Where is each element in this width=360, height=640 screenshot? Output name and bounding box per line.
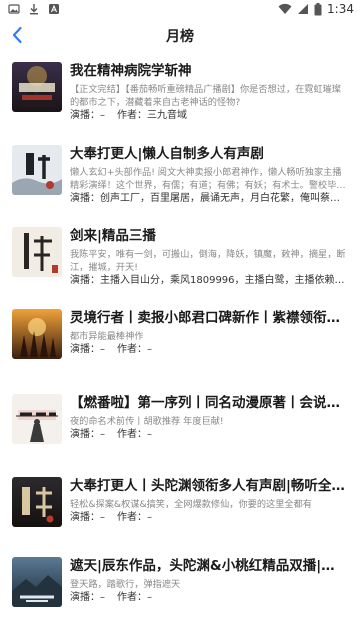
item-meta: 演播：主播入目山分，乘风1809996，主播白鹭，主播依赖… bbox=[70, 274, 348, 288]
performer-value: – bbox=[100, 592, 105, 603]
item-title: 我在精神病院学斩神 bbox=[70, 63, 192, 79]
author-label: 作者： bbox=[117, 110, 147, 121]
item-title: 大奉打更人丨头陀渊领衔多人有声剧|畅听全… bbox=[70, 478, 345, 494]
performer-label: 演播： bbox=[70, 512, 100, 523]
author-value: – bbox=[147, 592, 152, 603]
performer-label: 演播： bbox=[70, 592, 100, 603]
item-description: 懒人玄幻+头部作品! 阅文大神卖报小郎君神作，懒人畅听独家主播精彩演绎！这个世界… bbox=[70, 167, 346, 192]
author-value: – bbox=[147, 344, 152, 355]
author-value: 三九音域 bbox=[147, 110, 187, 121]
author-label: 作者： bbox=[117, 344, 147, 355]
item-meta: 演播：– 作者：– bbox=[70, 428, 348, 442]
performer-value: 主播入目山分，乘风1809996，主播白鹭，主播依赖… bbox=[100, 275, 345, 286]
performer-value: 创声工厂，百里屠居，晨诵无声，月白花繁，俺叫蔡… bbox=[100, 193, 340, 204]
status-left-icons bbox=[8, 3, 60, 15]
status-bar: 1:34 bbox=[0, 0, 360, 20]
item-description: 登天路，踏歌行，弹指遮天 bbox=[70, 579, 181, 590]
font-icon bbox=[49, 4, 59, 14]
performer-value: – bbox=[100, 512, 105, 523]
author-value: – bbox=[147, 512, 152, 523]
item-description: 我陈平安，唯有一剑，可搬山，倒海，降妖，镇魔，敕神，摘星，断江，摧城，开天! bbox=[70, 249, 346, 274]
item-info: 灵境行者丨卖报小郎君口碑新作丨紫襟领衔… 都市异能最棒神作 bbox=[70, 309, 348, 343]
list-item[interactable]: 大奉打更人|懒人自制多人有声剧 懒人玄幻+头部作品! 阅文大神卖报小郎君神作，懒… bbox=[0, 133, 360, 205]
author-label: 作者： bbox=[117, 429, 147, 440]
performer-label: 演播： bbox=[70, 275, 100, 286]
status-right-icons: 1:34 bbox=[278, 2, 354, 16]
item-info: 剑来|精品三播 我陈平安，唯有一剑，可搬山，倒海，降妖，镇魔，敕神，摘星，断江，… bbox=[70, 227, 348, 274]
list-item[interactable]: 剑来|精品三播 我陈平安，唯有一剑，可搬山，倒海，降妖，镇魔，敕神，摘星，断江，… bbox=[0, 215, 360, 287]
item-description: 轻松&探案&权谋&搞笑，全网爆款修仙，你要的这里全都有 bbox=[70, 499, 312, 510]
item-info: 大奉打更人丨头陀渊领衔多人有声剧|畅听全… 轻松&探案&权谋&搞笑，全网爆款修仙… bbox=[70, 477, 348, 511]
nav-bar: 月榜 bbox=[0, 20, 360, 50]
item-meta: 演播：– 作者：三九音域 bbox=[70, 109, 348, 123]
book-cover bbox=[12, 145, 62, 195]
book-cover bbox=[12, 309, 62, 359]
battery-icon bbox=[314, 2, 322, 15]
author-label: 作者： bbox=[117, 592, 147, 603]
performer-value: – bbox=[100, 429, 105, 440]
performer-label: 演播： bbox=[70, 110, 100, 121]
item-meta: 演播：– 作者：– bbox=[70, 511, 348, 525]
book-cover bbox=[12, 557, 62, 607]
list-item[interactable]: 【燃番啦】第一序列丨同名动漫原著丨会说话… 夜的命名术前传丨胡歌推荐 年度巨献!… bbox=[0, 382, 360, 454]
item-description: 【正文完结】【番茄畅听重磅精品广播剧】你是否想过，在霓虹璀璨的都市之下，潜藏着来… bbox=[70, 84, 342, 109]
list-item[interactable]: 大奉打更人丨头陀渊领衔多人有声剧|畅听全… 轻松&探案&权谋&搞笑，全网爆款修仙… bbox=[0, 465, 360, 537]
performer-value: – bbox=[100, 344, 105, 355]
item-title: 大奉打更人|懒人自制多人有声剧 bbox=[70, 146, 264, 162]
download-icon bbox=[30, 4, 38, 15]
performer-label: 演播： bbox=[70, 344, 100, 355]
performer-label: 演播： bbox=[70, 429, 100, 440]
list-item[interactable]: 灵境行者丨卖报小郎君口碑新作丨紫襟领衔… 都市异能最棒神作 演播：– 作者：– bbox=[0, 297, 360, 369]
item-info: 我在精神病院学斩神 【正文完结】【番茄畅听重磅精品广播剧】你是否想过，在霓虹璀璨… bbox=[70, 62, 348, 109]
item-meta: 演播：– 作者：– bbox=[70, 343, 348, 357]
author-label: 作者： bbox=[117, 512, 147, 523]
gallery-icon bbox=[8, 4, 20, 14]
book-cover bbox=[12, 62, 62, 112]
item-description: 都市异能最棒神作 bbox=[70, 331, 144, 342]
signal-icon bbox=[298, 4, 309, 14]
item-title: 灵境行者丨卖报小郎君口碑新作丨紫襟领衔… bbox=[70, 310, 340, 326]
item-title: 剑来|精品三播 bbox=[70, 228, 156, 244]
item-meta: 演播：创声工厂，百里屠居，晨诵无声，月白花繁，俺叫蔡… bbox=[70, 192, 348, 206]
item-info: 遮天|辰东作品，头陀渊&小桃红精品双播|热… 登天路，踏歌行，弹指遮天 bbox=[70, 557, 348, 591]
book-cover bbox=[12, 477, 62, 527]
performer-value: – bbox=[100, 110, 105, 121]
list-item[interactable]: 我在精神病院学斩神 【正文完结】【番茄畅听重磅精品广播剧】你是否想过，在霓虹璀璨… bbox=[0, 50, 360, 122]
status-time: 1:34 bbox=[327, 2, 354, 16]
book-cover bbox=[12, 394, 62, 444]
list-item[interactable]: 遮天|辰东作品，头陀渊&小桃红精品双播|热… 登天路，踏歌行，弹指遮天 演播：–… bbox=[0, 545, 360, 617]
wifi-icon bbox=[278, 3, 292, 15]
item-info: 【燃番啦】第一序列丨同名动漫原著丨会说话… 夜的命名术前传丨胡歌推荐 年度巨献! bbox=[70, 394, 348, 428]
book-cover bbox=[12, 227, 62, 277]
item-title: 【燃番啦】第一序列丨同名动漫原著丨会说话… bbox=[70, 395, 348, 411]
item-title: 遮天|辰东作品，头陀渊&小桃红精品双播|热… bbox=[70, 558, 348, 574]
item-info: 大奉打更人|懒人自制多人有声剧 懒人玄幻+头部作品! 阅文大神卖报小郎君神作，懒… bbox=[70, 145, 348, 192]
item-description: 夜的命名术前传丨胡歌推荐 年度巨献! bbox=[70, 416, 224, 427]
page-title: 月榜 bbox=[166, 29, 194, 45]
item-meta: 演播：– 作者：– bbox=[70, 591, 348, 605]
performer-label: 演播： bbox=[70, 193, 100, 204]
author-value: – bbox=[147, 429, 152, 440]
